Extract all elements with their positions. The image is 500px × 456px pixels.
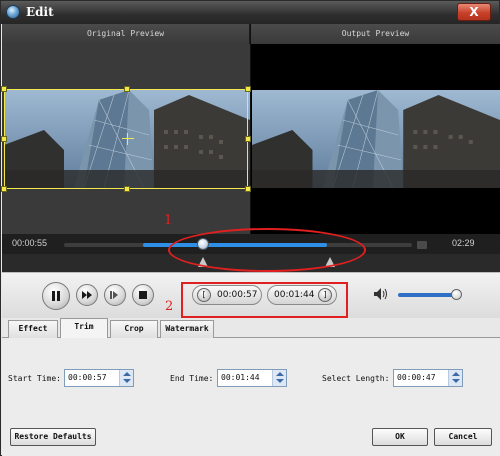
tab-trim[interactable]: Trim xyxy=(60,318,108,339)
output-preview-header: Output Preview xyxy=(251,24,500,44)
ok-button[interactable]: OK xyxy=(372,428,428,446)
preview-divider xyxy=(250,24,251,234)
next-frame-icon xyxy=(110,291,118,299)
start-time-label: Start Time: xyxy=(8,374,61,383)
speaker-icon xyxy=(374,288,387,300)
crop-handle-bottom[interactable] xyxy=(124,186,130,192)
select-length-value: 00:00:47 xyxy=(397,373,436,382)
annotation-rectangle xyxy=(181,282,348,318)
select-length-label: Select Length: xyxy=(322,374,390,383)
pause-button[interactable] xyxy=(42,282,70,310)
crop-selection-box[interactable] xyxy=(1,86,251,192)
window-title: Edit xyxy=(26,5,54,19)
volume-icon[interactable] xyxy=(374,288,388,302)
fast-forward-button[interactable] xyxy=(76,284,98,306)
volume-slider-thumb[interactable] xyxy=(451,289,462,300)
stop-icon xyxy=(139,291,147,299)
total-time: 02:29 xyxy=(452,238,475,248)
cancel-button[interactable]: Cancel xyxy=(434,428,492,446)
annotation-number-2: 2 xyxy=(165,299,174,314)
fast-forward-icon xyxy=(82,291,92,299)
spin-up-icon[interactable] xyxy=(123,372,131,376)
building-image-output xyxy=(252,90,500,188)
crop-handle-bottom-right[interactable] xyxy=(245,186,251,192)
start-time-value: 00:00:57 xyxy=(68,373,107,382)
output-video-frame xyxy=(252,90,500,188)
crop-handle-right[interactable] xyxy=(245,136,251,142)
tab-effect[interactable]: Effect xyxy=(8,320,58,338)
close-button[interactable]: X xyxy=(457,3,491,21)
next-frame-button[interactable] xyxy=(104,284,126,306)
crop-handle-left[interactable] xyxy=(1,136,7,142)
crosshair-icon xyxy=(122,138,134,139)
select-length-spinner[interactable] xyxy=(448,370,462,386)
crosshair-icon-vertical xyxy=(127,133,128,145)
title-bar: Edit X xyxy=(1,1,499,24)
volume-slider-track[interactable] xyxy=(398,293,458,297)
spin-up-icon[interactable] xyxy=(276,372,284,376)
select-length-field[interactable]: 00:00:47 xyxy=(393,369,463,387)
start-time-field[interactable]: 00:00:57 xyxy=(64,369,134,387)
tab-bar: Effect Trim Crop Watermark xyxy=(2,318,500,339)
spin-down-icon[interactable] xyxy=(452,379,460,383)
restore-defaults-button[interactable]: Restore Defaults xyxy=(10,428,96,446)
crop-handle-top-right[interactable] xyxy=(245,86,251,92)
crop-handle-top[interactable] xyxy=(124,86,130,92)
annotation-ellipse xyxy=(168,228,366,272)
end-time-field[interactable]: 00:01:44 xyxy=(217,369,287,387)
annotation-number-1: 1 xyxy=(164,213,173,228)
spin-down-icon[interactable] xyxy=(276,379,284,383)
spin-down-icon[interactable] xyxy=(123,379,131,383)
timeline-end-icon xyxy=(417,241,427,249)
end-time-value: 00:01:44 xyxy=(221,373,260,382)
edit-window: Edit X Original Preview Output Preview 0… xyxy=(0,0,500,456)
stop-button[interactable] xyxy=(132,284,154,306)
original-preview-header: Original Preview xyxy=(2,24,250,44)
pause-icon xyxy=(52,291,60,301)
start-time-spinner[interactable] xyxy=(119,370,133,386)
trim-panel: Start Time: 00:00:57 End Time: 00:01:44 … xyxy=(2,338,500,456)
preview-area: Original Preview Output Preview xyxy=(1,24,500,234)
end-time-spinner[interactable] xyxy=(272,370,286,386)
end-time-label: End Time: xyxy=(170,374,214,383)
crop-handle-bottom-left[interactable] xyxy=(1,186,7,192)
spin-up-icon[interactable] xyxy=(452,372,460,376)
tab-crop[interactable]: Crop xyxy=(110,320,158,338)
app-logo-icon xyxy=(6,5,20,19)
crop-handle-top-left[interactable] xyxy=(1,86,7,92)
tab-watermark[interactable]: Watermark xyxy=(160,320,214,338)
current-time: 00:00:55 xyxy=(12,238,48,248)
